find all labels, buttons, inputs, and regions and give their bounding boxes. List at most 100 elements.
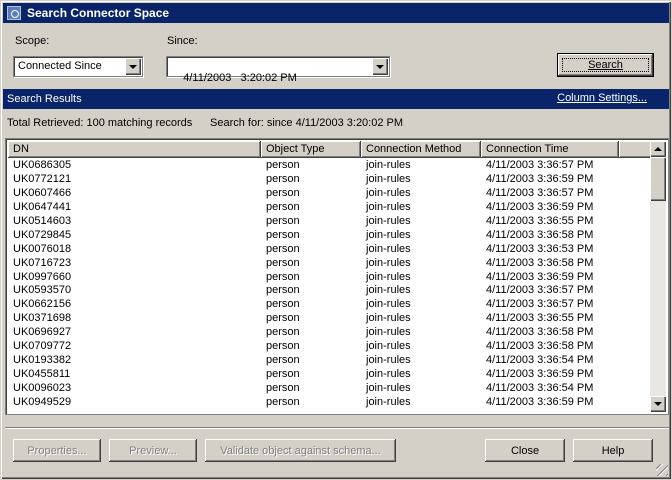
table-row[interactable]: UK0716723 person join-rules 4/11/2003 3:36:… (8, 256, 652, 270)
resize-grip-icon[interactable] (656, 464, 668, 476)
object-type-cell: person (266, 298, 300, 311)
connection-time-cell: 4/11/2003 3:36:59 PM (486, 200, 594, 213)
dn-cell: UK0514603 (13, 214, 72, 227)
column-header-connection-time[interactable]: Connection Time (481, 141, 619, 158)
connection-method-cell: join-rules (366, 186, 411, 199)
empty-cell (619, 256, 652, 270)
column-settings-link[interactable]: Column Settings... (557, 92, 647, 104)
vertical-scrollbar[interactable] (650, 141, 666, 412)
scroll-thumb[interactable] (650, 157, 666, 201)
connection-method-cell: join-rules (366, 214, 411, 227)
help-button[interactable]: Help (573, 439, 653, 462)
table-row[interactable]: UK0949529 person join-rules 4/11/2003 3:36:… (8, 395, 652, 409)
results-list[interactable]: DN Object Type Connection Method Connect… (5, 138, 669, 415)
connection-time-cell: 4/11/2003 3:36:53 PM (486, 242, 594, 255)
table-row[interactable]: UK0371698 person join-rules 4/11/2003 3:36:… (8, 311, 652, 325)
dn-cell: UK0193382 (13, 354, 72, 367)
properties-button-label: Properties... (27, 444, 87, 457)
search-for-text: Search for: since 4/11/2003 3:20:02 PM (210, 117, 404, 129)
object-type-cell: person (266, 159, 300, 171)
object-type-cell: person (266, 228, 300, 241)
empty-cell (619, 270, 652, 284)
footer-divider (5, 427, 669, 429)
table-row[interactable]: UK0647441 person join-rules 4/11/2003 3:36:… (8, 200, 652, 214)
chevron-down-icon[interactable] (372, 58, 388, 75)
empty-cell (619, 339, 652, 353)
dn-cell: UK0997660 (13, 270, 72, 283)
arrow-up-icon[interactable] (650, 141, 666, 157)
since-datetime-picker[interactable]: 4/11/2003 3:20:02 PM (166, 56, 390, 84)
connection-time-cell: 4/11/2003 3:36:54 PM (486, 382, 594, 394)
connection-method-cell: join-rules (366, 200, 411, 213)
column-header-connection-method[interactable]: Connection Method (361, 141, 481, 158)
connection-time-cell: 4/11/2003 3:36:59 PM (486, 172, 594, 185)
column-header-object-type[interactable]: Object Type (261, 141, 361, 158)
search-results-header: Search Results Column Settings... (3, 89, 669, 109)
dn-cell: UK0686305 (13, 159, 72, 171)
table-row[interactable]: UK0696927 person join-rules 4/11/2003 3:36:… (8, 325, 652, 339)
table-row[interactable]: UK0076018 person join-rules 4/11/2003 3:36:… (8, 242, 652, 256)
chevron-down-icon[interactable] (125, 58, 141, 75)
preview-button-label: Preview... (129, 444, 177, 457)
search-button[interactable]: Search (557, 53, 654, 77)
connection-time-cell: 4/11/2003 3:36:59 PM (486, 270, 594, 283)
connection-time-cell: 4/11/2003 3:36:57 PM (486, 284, 594, 297)
table-row[interactable]: UK0455811 person join-rules 4/11/2003 3:36:… (8, 367, 652, 381)
scope-select[interactable]: Connected Since (13, 56, 143, 77)
connection-time-cell: 4/11/2003 3:36:58 PM (486, 326, 594, 339)
table-row[interactable]: UK0662156 person join-rules 4/11/2003 3:36:… (8, 297, 652, 311)
table-row[interactable]: UK0686305 person join-rules 4/11/2003 3:36:… (8, 158, 652, 172)
connection-time-cell: 4/11/2003 3:36:55 PM (486, 214, 594, 227)
column-header-dn[interactable]: DN (8, 141, 261, 158)
object-type-cell: person (266, 368, 300, 381)
table-row[interactable]: UK0607466 person join-rules 4/11/2003 3:36:… (8, 186, 652, 200)
dn-cell: UK0729845 (13, 228, 72, 241)
connection-method-cell: join-rules (366, 172, 411, 185)
connection-time-cell: 4/11/2003 3:36:55 PM (486, 312, 594, 325)
dn-cell: UK0455811 (13, 368, 71, 381)
dn-cell: UK0716723 (13, 256, 72, 269)
table-row[interactable]: UK0709772 person join-rules 4/11/2003 3:36:… (8, 339, 652, 353)
list-rows: UK0686305 person join-rules 4/11/2003 3:36:… (8, 158, 652, 409)
table-row[interactable]: UK0096023 person join-rules 4/11/2003 3:36:… (8, 381, 652, 395)
connection-time-cell: 4/11/2003 3:36:59 PM (486, 395, 594, 408)
connection-time-cell: 4/11/2003 3:36:57 PM (486, 298, 594, 311)
empty-cell (619, 353, 652, 367)
object-type-cell: person (266, 186, 300, 199)
preview-button[interactable]: Preview... (109, 439, 197, 462)
dn-cell: UK0096023 (13, 382, 72, 394)
table-row[interactable]: UK0997660 person join-rules 4/11/2003 3:36:… (8, 270, 652, 284)
empty-cell (619, 214, 652, 228)
dn-cell: UK0076018 (13, 242, 72, 255)
dn-cell: UK0662156 (13, 298, 72, 311)
empty-cell (619, 186, 652, 200)
connection-method-cell: join-rules (366, 242, 411, 255)
table-row[interactable]: UK0514603 person join-rules 4/11/2003 3:36:… (8, 214, 652, 228)
object-type-cell: person (266, 340, 300, 353)
empty-cell (619, 283, 652, 297)
connection-time-cell: 4/11/2003 3:36:58 PM (486, 340, 594, 353)
connection-method-cell: join-rules (366, 270, 411, 283)
table-row[interactable]: UK0593570 person join-rules 4/11/2003 3:36:… (8, 283, 652, 297)
arrow-down-icon[interactable] (650, 396, 666, 412)
validate-schema-button-label: Validate object against schema... (220, 444, 381, 457)
object-type-cell: person (266, 382, 300, 394)
object-type-cell: person (266, 354, 300, 367)
connection-method-cell: join-rules (366, 159, 411, 171)
object-type-cell: person (266, 326, 300, 339)
table-row[interactable]: UK0729845 person join-rules 4/11/2003 3:36:… (8, 228, 652, 242)
close-button[interactable]: Close (485, 439, 565, 462)
column-header-empty (619, 141, 652, 158)
window-title: Search Connector Space (27, 6, 170, 20)
validate-schema-button[interactable]: Validate object against schema... (205, 439, 396, 462)
object-type-cell: person (266, 395, 300, 408)
table-row[interactable]: UK0193382 person join-rules 4/11/2003 3:36:… (8, 353, 652, 367)
dn-cell: UK0371698 (13, 312, 72, 325)
empty-cell (619, 367, 652, 381)
empty-cell (619, 395, 652, 409)
dn-cell: UK0709772 (13, 340, 72, 353)
properties-button[interactable]: Properties... (13, 439, 101, 462)
connection-method-cell: join-rules (366, 256, 411, 269)
table-row[interactable]: UK0772121 person join-rules 4/11/2003 3:36:… (8, 172, 652, 186)
dn-cell: UK0696927 (13, 326, 72, 339)
